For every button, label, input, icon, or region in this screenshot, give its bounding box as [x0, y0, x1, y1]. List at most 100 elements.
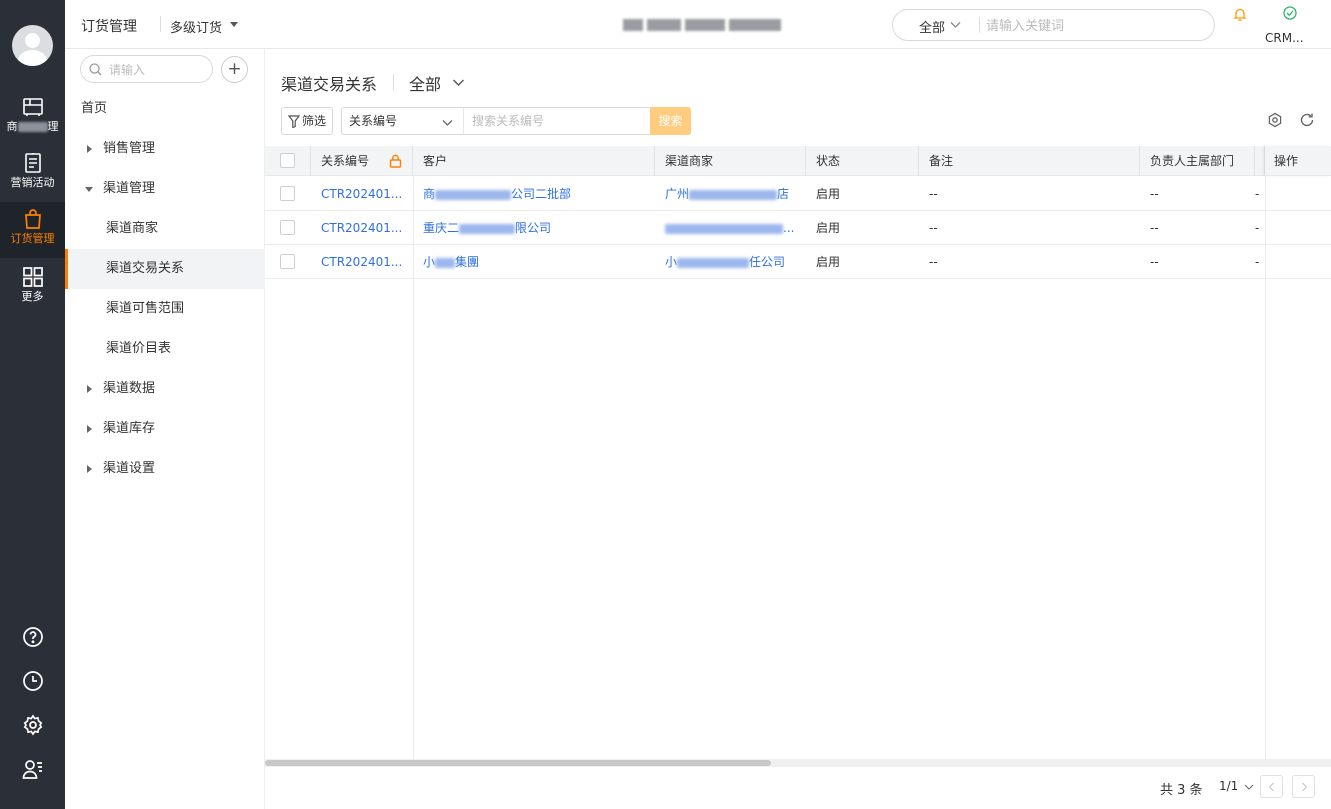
- chevron-right-icon: [1301, 782, 1307, 792]
- settings-button[interactable]: [0, 714, 65, 744]
- help-button[interactable]: [0, 626, 65, 656]
- rail-item-marketing[interactable]: 营销活动: [0, 152, 65, 206]
- dept-cell: --: [1150, 221, 1159, 235]
- chevron-down-icon: [1244, 784, 1254, 790]
- column-header-dealer[interactable]: 渠道商家: [655, 146, 806, 176]
- chevron-left-icon: [1268, 782, 1274, 792]
- search-button[interactable]: 搜索: [650, 107, 691, 135]
- history-button[interactable]: [0, 670, 65, 700]
- sidebar-item-channel-sale-scope[interactable]: 渠道可售范围: [65, 289, 265, 329]
- relation-code-link[interactable]: CTR202401...: [311, 177, 413, 211]
- chevron-down-icon[interactable]: [950, 19, 961, 30]
- grid-icon: [22, 267, 43, 287]
- select-all-checkbox[interactable]: [280, 153, 295, 168]
- rail-item-order-management[interactable]: 订货管理: [0, 202, 65, 258]
- row-checkbox[interactable]: [280, 186, 295, 201]
- search-field-select[interactable]: 关系编号: [341, 107, 463, 135]
- relation-code-search-input[interactable]: [463, 107, 651, 135]
- sidebar-item-channel-data[interactable]: 渠道数据: [65, 369, 265, 409]
- submodule-dropdown[interactable]: 多级订货: [170, 17, 222, 36]
- rail-item-label: 更多: [21, 290, 44, 303]
- filter-icon: [288, 115, 300, 128]
- remark-cell: --: [929, 255, 938, 269]
- dealer-link[interactable]: ...: [655, 211, 806, 245]
- sidebar-item-label: 渠道价目表: [106, 341, 172, 356]
- sidebar-item-label: 渠道库存: [103, 421, 156, 436]
- dept-cell: --: [1150, 255, 1159, 269]
- crm-label[interactable]: CRM...: [1265, 31, 1304, 45]
- remark-cell: --: [929, 221, 938, 235]
- column-header-dept[interactable]: 负责人主属部门: [1140, 146, 1255, 176]
- row-checkbox[interactable]: [280, 220, 295, 235]
- dealer-link[interactable]: 广州店: [655, 177, 806, 211]
- dealer-link[interactable]: 小任公司: [655, 245, 806, 279]
- sidebar-item-channel-pricelist[interactable]: 渠道价目表: [65, 329, 265, 369]
- filter-button[interactable]: 筛选: [281, 107, 333, 135]
- pagination-bar: 共 3 条 1/1: [265, 767, 1331, 809]
- caret-right-icon: [87, 385, 92, 393]
- sidebar-item-sales-management[interactable]: 销售管理: [65, 129, 265, 169]
- global-search-input[interactable]: [986, 16, 1206, 36]
- clock-icon: [22, 671, 43, 691]
- avatar[interactable]: [12, 25, 53, 66]
- relation-code-link[interactable]: CTR202401...: [311, 245, 413, 279]
- refresh-icon[interactable]: [1299, 112, 1315, 128]
- table-row: CTR202401... 重庆二 限公司 ... 启用 -- -- -: [265, 211, 1331, 245]
- user-center-button[interactable]: [0, 758, 65, 788]
- horizontal-scrollbar[interactable]: [265, 759, 1331, 767]
- user-list-icon: [22, 760, 42, 779]
- caret-right-icon: [87, 425, 92, 433]
- left-rail: 商理 营销活动 订货管理 更多: [0, 0, 65, 809]
- caret-right-icon: [87, 465, 92, 473]
- column-header-customer[interactable]: 客户: [413, 146, 655, 176]
- sidebar-item-home[interactable]: 首页: [65, 89, 265, 129]
- row-checkbox[interactable]: [280, 254, 295, 269]
- relation-code-link[interactable]: CTR202401...: [311, 211, 413, 245]
- chevron-down-icon[interactable]: [452, 76, 465, 89]
- scrollbar-thumb[interactable]: [265, 760, 771, 766]
- customer-link[interactable]: 商公司二批部: [413, 177, 655, 211]
- customer-link[interactable]: 重庆二 限公司: [413, 211, 655, 245]
- sidebar-search-input[interactable]: [109, 61, 209, 79]
- caret-down-icon: [85, 187, 93, 192]
- search-scope-select[interactable]: 全部: [919, 17, 945, 36]
- status-cell: 启用: [816, 187, 841, 201]
- column-header-actions: 操作: [1265, 146, 1331, 176]
- rail-item-more[interactable]: 更多: [0, 266, 65, 320]
- shopping-bag-icon: [24, 209, 41, 229]
- help-icon: [22, 627, 43, 647]
- relations-table: 关系编号 客户 渠道商家 状态 备注 负责人主属部门 操作 CTR202401.…: [265, 146, 1331, 762]
- remark-cell: --: [929, 187, 938, 201]
- customer-link[interactable]: 小集團: [413, 245, 655, 279]
- page-select[interactable]: 1/1: [1219, 779, 1254, 793]
- sidebar-item-channel-settings[interactable]: 渠道设置: [65, 449, 265, 489]
- sidebar-item-channel-inventory[interactable]: 渠道库存: [65, 409, 265, 449]
- bell-icon[interactable]: [1233, 7, 1247, 21]
- sidebar-item-channel-management[interactable]: 渠道管理: [65, 169, 265, 209]
- settings-icon[interactable]: [1267, 112, 1283, 128]
- column-header-code[interactable]: 关系编号: [311, 146, 413, 176]
- search-icon: [89, 63, 102, 76]
- table-row: CTR202401... 小集團 小任公司 启用 -- -- -: [265, 245, 1331, 279]
- sidebar-item-label: 渠道设置: [103, 461, 156, 476]
- view-scope-dropdown[interactable]: 全部: [409, 71, 441, 95]
- total-count: 共 3 条: [1160, 783, 1203, 798]
- sidebar-item-channel-relations[interactable]: 渠道交易关系: [65, 249, 265, 289]
- add-button[interactable]: +: [221, 56, 248, 83]
- prev-page-button[interactable]: [1260, 775, 1283, 798]
- next-page-button[interactable]: [1292, 775, 1315, 798]
- chevron-down-icon[interactable]: [230, 22, 238, 27]
- sidebar-item-label: 渠道可售范围: [106, 301, 185, 316]
- settings-icon: [23, 714, 42, 736]
- rail-item-products[interactable]: 商理: [0, 96, 65, 150]
- search-field-label: 关系编号: [349, 114, 398, 128]
- caret-right-icon: [87, 145, 92, 153]
- column-header-status[interactable]: 状态: [806, 146, 919, 176]
- column-header-remark[interactable]: 备注: [919, 146, 1140, 176]
- check-circle-icon[interactable]: [1283, 6, 1297, 20]
- marketing-icon: [24, 153, 41, 173]
- sidebar-search: [80, 55, 213, 83]
- module-title: 订货管理: [81, 19, 137, 35]
- sidebar-item-channel-dealers[interactable]: 渠道商家: [65, 209, 265, 249]
- sidebar-item-label: 渠道管理: [103, 181, 156, 196]
